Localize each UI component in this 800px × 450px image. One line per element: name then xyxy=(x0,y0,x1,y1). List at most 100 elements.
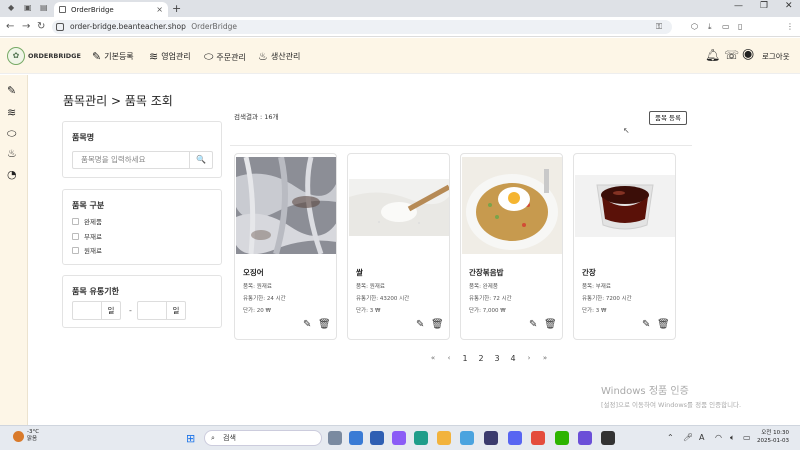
pill-icon[interactable]: ⬭ xyxy=(7,127,16,141)
tab-list-icon[interactable]: ▤ xyxy=(40,3,48,12)
trash-icon[interactable]: 🗑︎ xyxy=(657,319,670,330)
volume-icon[interactable]: 🔈︎ xyxy=(730,433,735,443)
menu-item-sales[interactable]: ≋ 영업관리 xyxy=(149,50,191,63)
menu-item-orders[interactable]: ⬭ 주문관리 xyxy=(204,50,246,64)
weather-condition: 맑음 xyxy=(27,436,38,442)
twitter-icon[interactable] xyxy=(460,431,474,445)
watermark-text: [설정]으로 이동하여 Windows를 정품 인증합니다. xyxy=(601,401,742,409)
chart-icon[interactable]: ◔ xyxy=(7,168,17,181)
filter-name-panel: 품목명 품목명을 입력하세요 🔍 xyxy=(62,121,222,178)
pot-icon[interactable]: ♨ xyxy=(7,147,17,160)
new-tab-button[interactable]: + xyxy=(172,2,181,15)
handshake-icon[interactable]: ≋ xyxy=(7,106,16,119)
chrome-icon[interactable] xyxy=(414,431,428,445)
item-card[interactable]: 쌀 품목: 원재료 유통기한: 43200 시간 단가: 3 ₩ ✎ 🗑︎ xyxy=(347,153,450,340)
filter-expiry-panel: 품목 유통기한 일 - 일 xyxy=(62,275,222,328)
taskbar-search[interactable]: ⌕ 검색 xyxy=(204,430,322,446)
edit-icon[interactable]: ✎ xyxy=(7,84,16,97)
file-explorer-icon[interactable] xyxy=(437,431,451,445)
trash-icon[interactable]: 🗑︎ xyxy=(544,319,557,330)
weather-widget[interactable]: -3°C 맑음 xyxy=(13,429,39,443)
app-logo[interactable]: ✿ xyxy=(7,47,25,65)
type-option-raw-material[interactable]: 원재료 xyxy=(72,245,102,255)
expiry-from-input[interactable] xyxy=(72,301,102,320)
edit-icon[interactable]: ✎ xyxy=(416,319,424,330)
search-button[interactable]: 🔍 xyxy=(190,151,213,169)
checkbox[interactable] xyxy=(72,217,79,225)
line-icon[interactable] xyxy=(555,431,569,445)
back-icon[interactable]: ← xyxy=(6,21,14,32)
item-card[interactable]: 간장볶음밥 품목: 완제품 유통기한: 72 시간 단가: 7,000 ₩ ✎ … xyxy=(460,153,563,340)
browser-tab[interactable]: OrderBridge × xyxy=(54,2,168,17)
reload-icon[interactable]: ↻ xyxy=(37,21,45,32)
profile-icon[interactable]: ◆ xyxy=(8,3,14,12)
address-bar[interactable]: order-bridge.beanteacher.shop OrderBridg… xyxy=(52,20,672,34)
type-option-sub-material[interactable]: 부재료 xyxy=(72,231,102,241)
user-icon[interactable]: ◉ xyxy=(742,46,754,62)
edit-icon[interactable]: ✎ xyxy=(642,319,650,330)
edit-icon[interactable]: ✎ xyxy=(529,319,537,330)
weather-temp: -3°C xyxy=(27,429,40,435)
trash-icon[interactable]: 🗑︎ xyxy=(431,319,444,330)
item-name-input[interactable]: 품목명을 입력하세요 xyxy=(72,151,190,169)
tab-close-icon[interactable]: × xyxy=(156,5,163,14)
menu-label: 기본등록 xyxy=(104,52,134,61)
trash-icon[interactable]: 🗑︎ xyxy=(318,319,331,330)
filter-type-panel: 품목 구분 완제품 부재료 원재료 xyxy=(62,189,222,265)
checkbox[interactable] xyxy=(72,232,79,240)
logout-link[interactable]: 로그아웃 xyxy=(762,51,790,62)
app-icon[interactable] xyxy=(578,431,592,445)
video-icon[interactable]: ▭ xyxy=(722,22,730,31)
key-icon[interactable]: ⚿ xyxy=(656,22,662,32)
edge-icon[interactable] xyxy=(370,431,384,445)
input-language[interactable]: A xyxy=(699,433,704,442)
sidebar-icon[interactable]: ▯ xyxy=(738,22,742,31)
download-icon[interactable]: ⤓ xyxy=(708,22,712,32)
next-page-button[interactable]: › xyxy=(521,354,537,363)
expiry-to-input[interactable] xyxy=(137,301,167,320)
tab-group-icon[interactable]: ▣ xyxy=(24,3,32,12)
last-page-button[interactable]: » xyxy=(537,354,553,363)
register-item-button[interactable]: 품목 등록 xyxy=(649,111,687,125)
task-view-icon[interactable] xyxy=(328,431,342,445)
extensions-icon[interactable]: ⬡ xyxy=(691,22,698,31)
site-info-icon[interactable] xyxy=(56,23,64,31)
item-card[interactable]: 오징어 품목: 원재료 유통기한: 24 시간 단가: 20 ₩ ✎ 🗑︎ xyxy=(234,153,337,340)
browser-toolbar: ← → ↻ order-bridge.beanteacher.shop Orde… xyxy=(0,17,800,37)
brand-name[interactable]: ORDERBRIDGE xyxy=(28,52,81,60)
wifi-icon[interactable]: ◠ xyxy=(715,433,722,442)
item-card[interactable]: 간장 품목: 부재료 유통기한: 7200 시간 단가: 3 ₩ ✎ 🗑︎ xyxy=(573,153,676,340)
page-2-button[interactable]: 2 xyxy=(473,354,489,363)
app-header: ✿ ORDERBRIDGE ✎ 기본등록 ≋ 영업관리 ⬭ 주문관리 ♨ 생산관… xyxy=(0,38,800,74)
type-option-finished[interactable]: 완제품 xyxy=(72,216,102,226)
outlook-icon[interactable] xyxy=(349,431,363,445)
taskbar-clock[interactable]: 오전 10:30 2025-01-03 xyxy=(757,429,789,445)
window-close-button[interactable]: ✕ xyxy=(785,1,793,11)
forward-icon[interactable]: → xyxy=(22,21,30,32)
chat-icon[interactable]: ☏ xyxy=(724,48,739,62)
bell-icon[interactable]: 🔔︎ xyxy=(705,48,720,62)
page-4-button[interactable]: 4 xyxy=(505,354,521,363)
window-minimize-button[interactable]: — xyxy=(734,1,743,11)
window-maximize-button[interactable]: ❐ xyxy=(760,1,768,11)
more-menu-icon[interactable]: ⋮ xyxy=(786,22,794,31)
page-1-button[interactable]: 1 xyxy=(457,354,473,363)
first-page-button[interactable]: « xyxy=(425,354,441,363)
chevron-up-icon[interactable]: ⌃ xyxy=(667,433,674,442)
windows-start-icon[interactable]: ⊞ xyxy=(186,432,195,445)
media-player-icon[interactable] xyxy=(601,431,615,445)
microphone-icon[interactable]: 🎤︎ xyxy=(683,433,693,442)
edit-icon[interactable]: ✎ xyxy=(303,319,311,330)
page-3-button[interactable]: 3 xyxy=(489,354,505,363)
menu-item-production[interactable]: ♨ 생산관리 xyxy=(258,50,300,63)
battery-icon[interactable]: ▭ xyxy=(743,433,751,442)
menu-item-basic-registration[interactable]: ✎ 기본등록 xyxy=(92,50,134,63)
app-icon[interactable] xyxy=(531,431,545,445)
ide-icon[interactable] xyxy=(484,431,498,445)
url-text: order-bridge.beanteacher.shop xyxy=(70,22,186,31)
prev-page-button[interactable]: ‹ xyxy=(441,354,457,363)
checkbox[interactable] xyxy=(72,246,79,254)
option-label: 원재료 xyxy=(84,247,102,255)
discord-icon[interactable] xyxy=(508,431,522,445)
copilot-icon[interactable] xyxy=(392,431,406,445)
